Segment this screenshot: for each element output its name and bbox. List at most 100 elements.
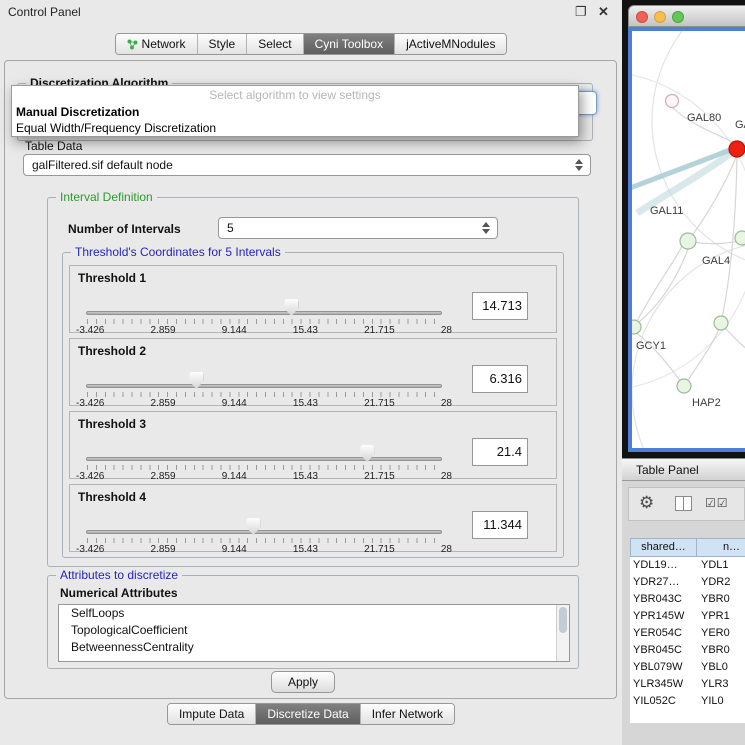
chevron-up-down-icon bbox=[574, 158, 585, 172]
table-panel-bar[interactable]: Table Panel bbox=[622, 458, 745, 481]
node-gal4[interactable] bbox=[680, 233, 696, 249]
node[interactable] bbox=[735, 231, 745, 245]
close-icon[interactable]: ✕ bbox=[598, 4, 609, 20]
scale-tick-label: 21.715 bbox=[364, 471, 395, 482]
tab-cyni-toolbox[interactable]: Cyni Toolbox bbox=[303, 34, 394, 54]
cell: YBL0 bbox=[701, 659, 728, 676]
tab-impute-data[interactable]: Impute Data bbox=[168, 704, 255, 724]
table-row[interactable]: YDL19… YDL1 bbox=[630, 557, 745, 574]
tab-network[interactable]: Network bbox=[116, 34, 197, 54]
network-view-window: GAL80 GA GAL11 GAL4 GCY1 HAP2 bbox=[628, 5, 745, 452]
column-header-shared-name[interactable]: shared… bbox=[630, 538, 697, 557]
node-selected-red[interactable] bbox=[729, 141, 745, 157]
column-header-name[interactable]: n… bbox=[697, 538, 745, 557]
threshold-2-value-field[interactable]: 6.316 bbox=[472, 365, 528, 393]
threshold-3-value-field[interactable]: 21.4 bbox=[472, 438, 528, 466]
threshold-4-value-field[interactable]: 11.344 bbox=[472, 511, 528, 539]
cell: YDR27… bbox=[633, 574, 679, 591]
threshold-1-slider[interactable]: -3.426 2.859 9.144 15.43 21.715 28 bbox=[86, 298, 442, 332]
table-row[interactable]: YER054C YER0 bbox=[630, 625, 745, 642]
slider-ticks bbox=[87, 538, 442, 543]
number-of-intervals-label: Number of Intervals bbox=[68, 222, 181, 236]
tab-label: Infer Network bbox=[372, 707, 443, 721]
tab-label: Impute Data bbox=[179, 707, 244, 721]
cell: YLR345W bbox=[633, 676, 683, 693]
control-panel-titlebar: Control Panel ❐ ✕ bbox=[0, 0, 622, 26]
tab-style[interactable]: Style bbox=[197, 34, 247, 54]
scale-tick-label: 15.43 bbox=[293, 398, 318, 409]
scrollbar-thumb[interactable] bbox=[559, 607, 567, 633]
slider-track[interactable] bbox=[86, 457, 442, 461]
tab-label: Select bbox=[258, 37, 291, 51]
table-row[interactable]: YLR345W YLR3 bbox=[630, 676, 745, 693]
threshold-4-slider[interactable]: -3.426 2.859 9.144 15.43 21.715 28 bbox=[86, 517, 442, 551]
scale-tick-label: 21.715 bbox=[364, 398, 395, 409]
node-label: GAL80 bbox=[687, 112, 721, 124]
cell: YDL1 bbox=[701, 557, 729, 574]
table-data-value: galFiltered.sif default node bbox=[32, 155, 173, 175]
list-scrollbar[interactable] bbox=[556, 605, 569, 661]
table-row[interactable]: YBL079W YBL0 bbox=[630, 659, 745, 676]
screen: Control Panel ❐ ✕ Network Style Select bbox=[0, 0, 745, 745]
select-columns-icon[interactable]: ☑☑ bbox=[705, 496, 729, 510]
slider-scale: -3.426 2.859 9.144 15.43 21.715 28 bbox=[76, 471, 452, 482]
scale-tick-label: 2.859 bbox=[151, 325, 176, 336]
threshold-1-panel: Threshold 1 -3.426 2.859 9.144 15.43 21.… bbox=[69, 265, 557, 333]
dropdown-option-equal-width-frequency[interactable]: Equal Width/Frequency Discretization bbox=[12, 120, 578, 136]
attributes-to-discretize-group: Attributes to discretize Numerical Attri… bbox=[47, 575, 579, 669]
cell: YER054C bbox=[633, 625, 682, 642]
threshold-2-slider[interactable]: -3.426 2.859 9.144 15.43 21.715 28 bbox=[86, 371, 442, 405]
scale-tick-label: 21.715 bbox=[364, 325, 395, 336]
tab-label: jActiveMNodules bbox=[406, 37, 495, 51]
dropdown-option-manual-discretization[interactable]: Manual Discretization bbox=[12, 104, 578, 120]
list-item[interactable]: SelfLoops bbox=[59, 605, 569, 622]
scale-tick-label: 9.144 bbox=[222, 325, 247, 336]
list-item[interactable]: TopologicalCoefficient bbox=[59, 622, 569, 639]
network-window-titlebar[interactable] bbox=[628, 5, 745, 27]
list-item[interactable]: BetweennessCentrality bbox=[59, 639, 569, 656]
table-toolbar: ⚙ ☑☑ bbox=[628, 487, 745, 521]
gear-icon[interactable]: ⚙ bbox=[639, 493, 654, 513]
cell: YBR045C bbox=[633, 642, 682, 659]
cell: YDL19… bbox=[633, 557, 678, 574]
minimize-button[interactable] bbox=[654, 11, 666, 23]
number-of-intervals-value: 5 bbox=[227, 218, 234, 238]
node-gal80[interactable] bbox=[666, 95, 679, 108]
table-row[interactable]: YBR045C YBR0 bbox=[630, 642, 745, 659]
tab-jactivemnodules[interactable]: jActiveMNodules bbox=[394, 34, 506, 54]
apply-button[interactable]: Apply bbox=[271, 671, 335, 693]
network-canvas[interactable]: GAL80 GA GAL11 GAL4 GCY1 HAP2 bbox=[632, 31, 745, 448]
threshold-3-panel: Threshold 3 -3.426 2.859 9.144 15.43 21.… bbox=[69, 411, 557, 479]
table-row[interactable]: YPR145W YPR1 bbox=[630, 608, 745, 625]
table-row[interactable]: YBR043C YBR0 bbox=[630, 591, 745, 608]
node-gcy1[interactable] bbox=[632, 320, 641, 334]
tab-label: Discretize Data bbox=[267, 707, 348, 721]
numerical-attributes-list: SelfLoops TopologicalCoefficient Between… bbox=[58, 604, 570, 662]
table-row[interactable]: YDR27… YDR2 bbox=[630, 574, 745, 591]
slider-track[interactable] bbox=[86, 311, 442, 315]
float-window-icon[interactable]: ❐ bbox=[575, 4, 587, 20]
columns-icon[interactable] bbox=[675, 496, 692, 511]
close-button[interactable] bbox=[636, 11, 648, 23]
threshold-1-value-field[interactable]: 14.713 bbox=[472, 292, 528, 320]
slider-track[interactable] bbox=[86, 530, 442, 534]
slider-track[interactable] bbox=[86, 384, 442, 388]
tab-infer-network[interactable]: Infer Network bbox=[360, 704, 454, 724]
scale-tick-label: 28 bbox=[441, 544, 452, 555]
group-title: Interval Definition bbox=[56, 190, 157, 204]
tab-label: Network bbox=[142, 37, 186, 51]
node-label: GAL4 bbox=[702, 255, 730, 267]
threshold-label: Threshold 1 bbox=[78, 271, 146, 285]
network-window-frame: GAL80 GA GAL11 GAL4 GCY1 HAP2 bbox=[628, 27, 745, 452]
chevron-up-down-icon bbox=[481, 221, 492, 235]
table-row[interactable]: YIL052C YIL0 bbox=[630, 693, 745, 710]
scale-tick-label: 28 bbox=[441, 398, 452, 409]
tab-select[interactable]: Select bbox=[246, 34, 302, 54]
node-hap2[interactable] bbox=[677, 379, 691, 393]
zoom-button[interactable] bbox=[672, 11, 684, 23]
threshold-3-slider[interactable]: -3.426 2.859 9.144 15.43 21.715 28 bbox=[86, 444, 442, 478]
number-of-intervals-combobox[interactable]: 5 bbox=[218, 217, 498, 239]
tab-discretize-data[interactable]: Discretize Data bbox=[255, 704, 359, 724]
table-data-combobox[interactable]: galFiltered.sif default node bbox=[23, 154, 591, 176]
node[interactable] bbox=[714, 316, 728, 330]
